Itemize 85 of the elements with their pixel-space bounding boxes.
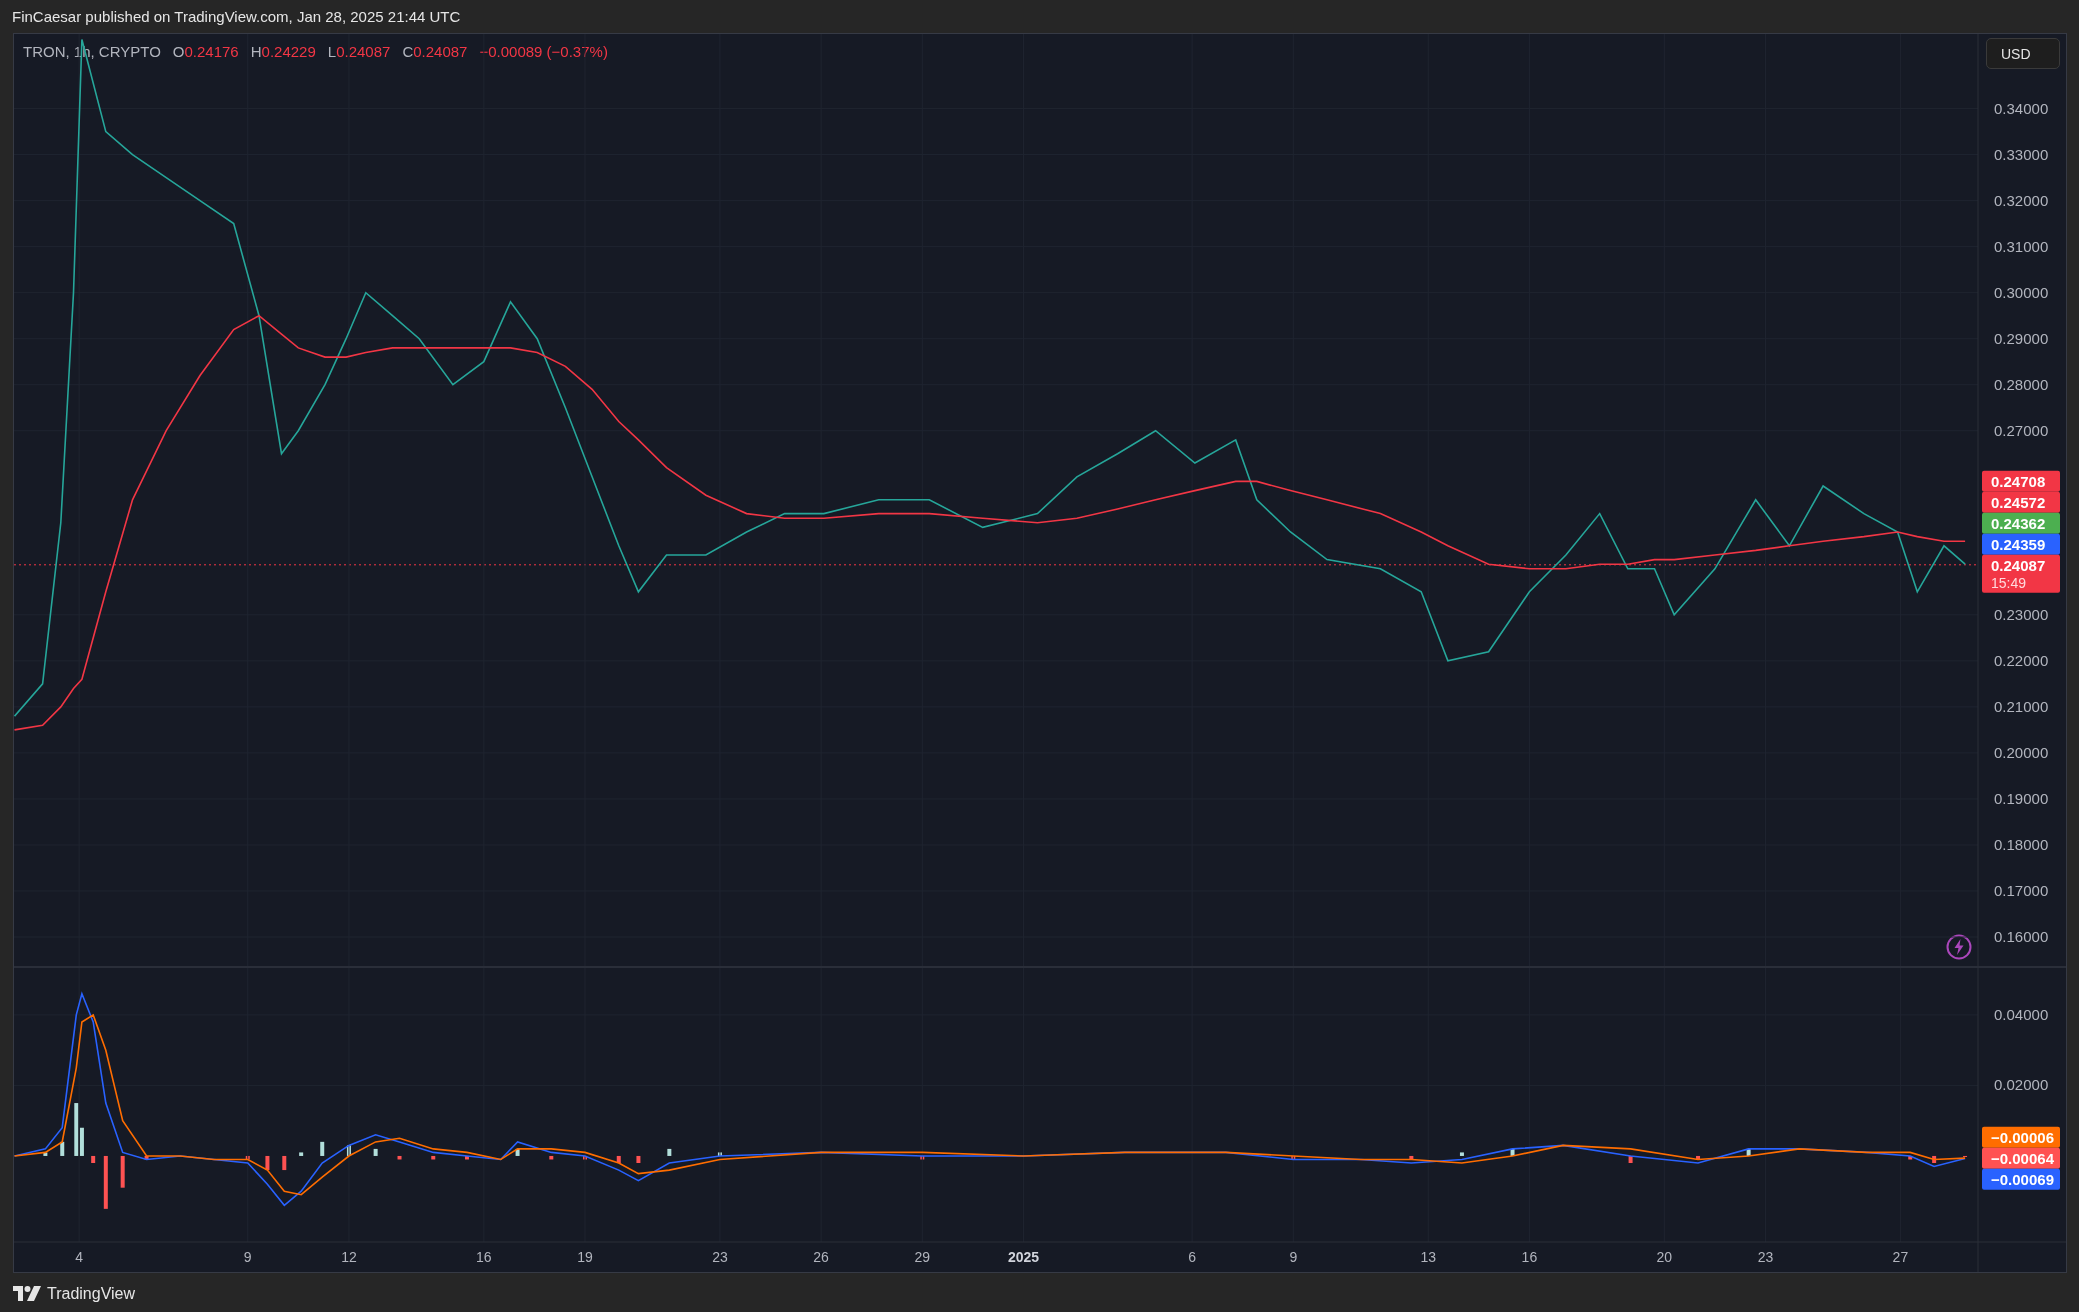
histogram-bar bbox=[282, 1155, 287, 1171]
price-tag: 0.24708 bbox=[1982, 470, 2060, 492]
ohlc-value: O0.24176 bbox=[172, 43, 239, 60]
price-axis-label: 0.17000 bbox=[1994, 882, 2049, 899]
currency-button[interactable]: USD bbox=[1986, 38, 2060, 69]
histogram-bar bbox=[397, 1155, 402, 1160]
histogram-bar bbox=[1932, 1155, 1937, 1163]
histogram-bar bbox=[91, 1155, 96, 1163]
price-axis-label: 0.20000 bbox=[1994, 743, 2049, 761]
time-axis-label: 13 bbox=[1420, 1249, 1436, 1265]
lightning-icon[interactable] bbox=[1946, 934, 1972, 960]
price-axis-label: 0.32000 bbox=[1994, 191, 2049, 209]
histogram-bar bbox=[245, 1155, 250, 1160]
price-axis-label: 0.29000 bbox=[1994, 329, 2049, 347]
indicator-tag: −0.00069 bbox=[1982, 1168, 2060, 1190]
histogram-bar bbox=[373, 1148, 378, 1156]
time-axis-label: 23 bbox=[1757, 1249, 1774, 1265]
histogram-bar bbox=[1409, 1155, 1414, 1160]
price-axis-label: 0.18000 bbox=[1994, 835, 2049, 853]
histogram-bar bbox=[667, 1148, 672, 1156]
histogram-bar bbox=[1510, 1148, 1515, 1156]
histogram-bar bbox=[1628, 1155, 1633, 1163]
histogram-bar bbox=[920, 1155, 925, 1160]
price-axis-label: 0.22000 bbox=[1994, 651, 2049, 669]
price-axis-label: 0.31000 bbox=[1994, 237, 2049, 255]
time-axis-label: 6 bbox=[1188, 1249, 1196, 1265]
histogram-bar bbox=[1696, 1155, 1701, 1160]
time-axis-label: 20 bbox=[1656, 1249, 1673, 1265]
price-axis-label: 0.16000 bbox=[1994, 928, 2049, 945]
publish-caption: FinCaesar published on TradingView.com, Jan 28, 2025 21:44 UTC bbox=[12, 8, 461, 25]
time-axis-label: 2025 bbox=[1007, 1249, 1040, 1265]
price-tag: 0.24087 15:49 bbox=[1982, 554, 2060, 593]
histogram-bar bbox=[1908, 1155, 1913, 1160]
price-tag: 0.24572 bbox=[1982, 491, 2060, 513]
price-axis-label: 0.19000 bbox=[1994, 789, 2049, 807]
price-axis-label: 0.33000 bbox=[1994, 145, 2049, 163]
time-axis-label: 29 bbox=[914, 1249, 931, 1265]
time-axis-label: 19 bbox=[577, 1249, 593, 1265]
histogram-bar bbox=[465, 1155, 469, 1160]
price-axis-label: 0.21000 bbox=[1994, 697, 2049, 715]
histogram-bar bbox=[549, 1155, 554, 1160]
histogram-bar bbox=[144, 1155, 149, 1160]
indicator-axis-label: 0.02000 bbox=[1994, 1076, 2049, 1094]
histogram-bar bbox=[515, 1148, 520, 1156]
histogram-bar bbox=[431, 1155, 436, 1160]
price-tag: 0.24362 bbox=[1982, 512, 2060, 534]
time-axis-label: 9 bbox=[1289, 1249, 1298, 1265]
time-axis-label: 27 bbox=[1892, 1249, 1909, 1265]
histogram-bar bbox=[320, 1141, 325, 1156]
histogram-bar bbox=[1291, 1155, 1296, 1160]
indicator-tag: −0.00064 bbox=[1982, 1147, 2060, 1169]
brand-name: TradingView bbox=[47, 1285, 136, 1303]
price-axis-label: 0.28000 bbox=[1994, 375, 2049, 393]
price-axis-label: 0.27000 bbox=[1994, 421, 2049, 439]
ohlc-value: H0.24229 bbox=[250, 43, 316, 60]
time-axis-label: 16 bbox=[1521, 1249, 1538, 1265]
histogram-bar bbox=[1746, 1148, 1751, 1156]
histogram-bar bbox=[636, 1155, 641, 1163]
histogram-bar bbox=[583, 1155, 588, 1160]
histogram-bar bbox=[103, 1155, 108, 1209]
time-axis-label: 23 bbox=[712, 1249, 728, 1265]
histogram-bar bbox=[120, 1155, 125, 1188]
histogram-bar bbox=[43, 1152, 48, 1156]
ohlc-value: C0.24087 bbox=[402, 43, 468, 60]
time-axis-label: 9 bbox=[243, 1249, 252, 1265]
price-axis-label: 0.34000 bbox=[1994, 99, 2049, 117]
price-axis-label: 0.30000 bbox=[1994, 283, 2049, 301]
time-axis-label: 26 bbox=[813, 1249, 829, 1265]
time-axis-label: 16 bbox=[476, 1249, 492, 1265]
price-axis-label: 0.23000 bbox=[1994, 605, 2049, 623]
histogram-bar bbox=[1459, 1152, 1464, 1156]
price-tag: 0.24359 bbox=[1982, 533, 2060, 555]
histogram-bar bbox=[299, 1152, 304, 1156]
time-axis-label: 4 bbox=[75, 1249, 83, 1265]
histogram-bar bbox=[346, 1145, 351, 1156]
time-axis-label: 12 bbox=[341, 1249, 357, 1265]
logo-icon bbox=[13, 1286, 41, 1302]
ohlc-value: L0.24087 bbox=[327, 43, 391, 60]
histogram-bar bbox=[60, 1141, 65, 1156]
indicator-tag: −0.00006 bbox=[1982, 1126, 2060, 1148]
price-change: −0.00089 (−0.37%) bbox=[479, 43, 608, 60]
histogram-bar bbox=[265, 1155, 270, 1171]
histogram-bar bbox=[717, 1152, 722, 1156]
indicator-axis-label: 0.04000 bbox=[1994, 1005, 2049, 1023]
histogram-bar bbox=[616, 1155, 621, 1163]
